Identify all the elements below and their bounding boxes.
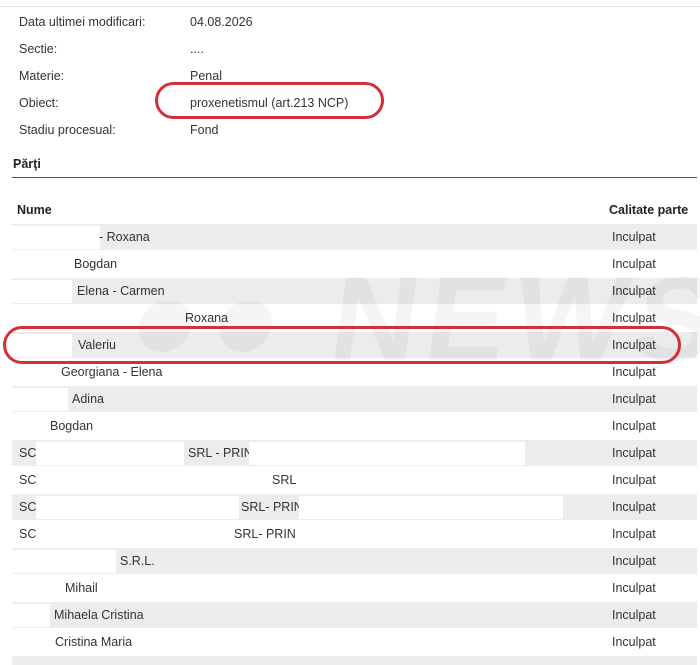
party-quality: Inculpat [612,419,656,433]
party-name: Georgiana - Elena [61,365,163,379]
top-divider [0,6,700,7]
party-name: Elena - Carmen [77,284,165,298]
info-row-section: Sectie: .... [0,39,700,59]
party-quality: Inculpat [612,554,656,568]
last-modified-label: Data ultimei modificari: [19,15,146,29]
table-row: Mihaela Cristina Inculpat [12,602,697,628]
party-name: SRL - PRIN [188,446,253,460]
redaction-mask [12,280,72,303]
column-header-quality: Calitate parte [609,203,689,217]
party-name: SRL- PRIN [241,500,303,514]
matter-label: Materie: [19,69,65,83]
table-row: SC SRL- PRIN Inculpat [12,494,697,520]
party-quality: Inculpat [612,527,656,541]
party-name: Adina [72,392,104,406]
party-name: Cristina Maria [55,635,133,649]
party-quality: Inculpat [612,365,656,379]
party-name-prefix: SC [19,500,37,514]
party-name: SRL- PRIN [234,527,296,541]
highlight-oval-object [155,82,384,119]
party-quality: Inculpat [612,500,656,514]
redaction-mask [249,442,525,465]
party-quality: Inculpat [612,446,656,460]
info-row-last-modified: Data ultimei modificari: 04.08.2026 [0,12,700,32]
party-quality: Inculpat [612,635,656,649]
party-name-prefix: SC [19,473,37,487]
table-row: S.R.L. Inculpat [12,548,697,574]
party-quality: Inculpat [612,608,656,622]
redaction-mask [12,226,100,249]
redaction-mask [299,496,563,519]
table-row: Bogdan Inculpat [12,251,697,277]
party-quality: Inculpat [612,284,656,298]
section-divider [12,177,697,178]
section-label: Sectie: [19,42,58,56]
party-name: Roxana [185,311,229,325]
party-name: SRL [272,473,297,487]
party-quality: Inculpat [612,392,656,406]
table-row: Cristina Maria Inculpat [12,629,697,655]
parties-section-title: Părţi [13,157,41,171]
section-value: .... [190,42,204,56]
party-name-prefix: SC [19,527,37,541]
stage-value: Fond [190,123,219,137]
party-name: Bogdan [50,419,94,433]
party-name: - Roxana [99,230,150,244]
party-quality: Inculpat [612,230,656,244]
party-quality: Inculpat [612,311,656,325]
party-quality: Inculpat [612,473,656,487]
table-row: SC SRL Inculpat [12,467,697,493]
redaction-mask [12,550,116,573]
table-row: Elena - Carmen Inculpat [12,278,697,304]
table-row: SC SRL - PRIN Inculpat [12,440,697,466]
party-name: Mihaela Cristina [54,608,144,622]
table-row: Adina Inculpat [12,386,697,412]
party-name-prefix: SC [19,446,37,460]
info-row-stage: Stadiu procesual: Fond [0,120,700,140]
table-row: - Roxana Inculpat [12,224,697,250]
table-row: SC SRL- PRIN Inculpat [12,521,697,547]
table-row: Mihail Inculpat [12,575,697,601]
party-name: S.R.L. [120,554,155,568]
column-header-name: Nume [17,203,52,217]
stage-label: Stadiu procesual: [19,123,116,137]
party-quality: Inculpat [612,257,656,271]
highlight-oval-row [3,326,681,364]
party-quality: Inculpat [612,581,656,595]
matter-value: Penal [190,69,222,83]
redaction-mask [36,496,239,519]
party-name: Bogdan [74,257,118,271]
party-name: Mihail [65,581,98,595]
last-modified-value: 04.08.2026 [190,15,253,29]
table-row [12,656,697,665]
redaction-mask [12,604,50,627]
table-row: Bogdan Inculpat [12,413,697,439]
redaction-mask [36,442,184,465]
object-label: Obiect: [19,96,59,110]
redaction-mask [12,388,68,411]
